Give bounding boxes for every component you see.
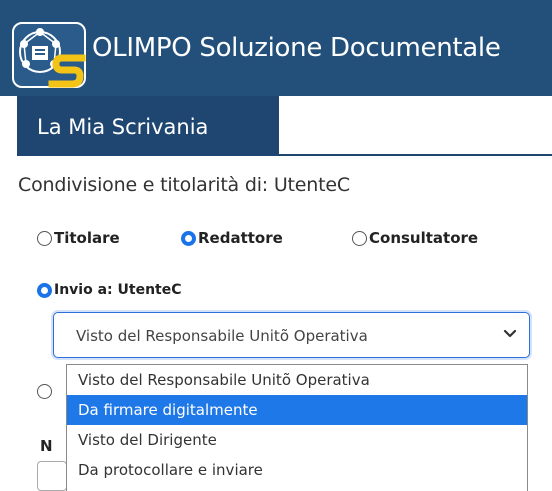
invio-select-dropdown[interactable]: Visto del Responsabile Unitõ Operativa D… — [66, 364, 528, 491]
dropdown-option[interactable]: Da protocollare e inviare — [67, 455, 527, 485]
nav-underline — [279, 154, 552, 156]
tab-la-mia-scrivania[interactable]: La Mia Scrivania — [17, 96, 279, 156]
invio-select[interactable]: Visto del Responsabile Unitõ Operativa — [53, 312, 530, 358]
app-title: OLIMPO Soluzione Documentale — [92, 33, 501, 63]
radio-redattore-button[interactable] — [181, 230, 196, 246]
radio-titolare-label: Titolare — [54, 229, 120, 247]
radio-consultatore-label: Consultatore — [369, 229, 479, 247]
main-nav: La Mia Scrivania — [0, 96, 552, 156]
radio-titolare[interactable]: Titolare — [37, 226, 120, 250]
radio-consultatore-button[interactable] — [352, 230, 367, 246]
dropdown-option[interactable]: Visto del Dirigente — [67, 425, 527, 455]
radio-invio[interactable]: Invio a: UtenteC — [37, 278, 182, 302]
radio-redattore[interactable]: Redattore — [181, 226, 283, 250]
dropdown-option-highlighted[interactable]: Da firmare digitalmente — [67, 395, 527, 425]
text-field-partial[interactable] — [37, 461, 67, 491]
dropdown-option[interactable]: Visto del Responsabile Unitõ Operativa — [67, 365, 527, 395]
radio-hidden-option[interactable] — [37, 384, 52, 399]
radio-consultatore[interactable]: Consultatore — [352, 226, 478, 250]
app-header: OLIMPO Soluzione Documentale — [0, 0, 552, 96]
chevron-down-icon[interactable] — [503, 329, 517, 339]
radio-invio-label: Invio a: UtenteC — [54, 282, 182, 298]
section-title: Condivisione e titolarità di: UtenteC — [18, 174, 350, 196]
invio-select-value: Visto del Responsabile Unitõ Operativa — [76, 327, 368, 345]
radio-titolare-button[interactable] — [37, 230, 52, 246]
radio-redattore-label: Redattore — [198, 229, 283, 247]
field-label-partial: N — [40, 437, 53, 455]
olimpo-logo-icon — [12, 22, 86, 88]
radio-invio-button[interactable] — [37, 282, 52, 298]
